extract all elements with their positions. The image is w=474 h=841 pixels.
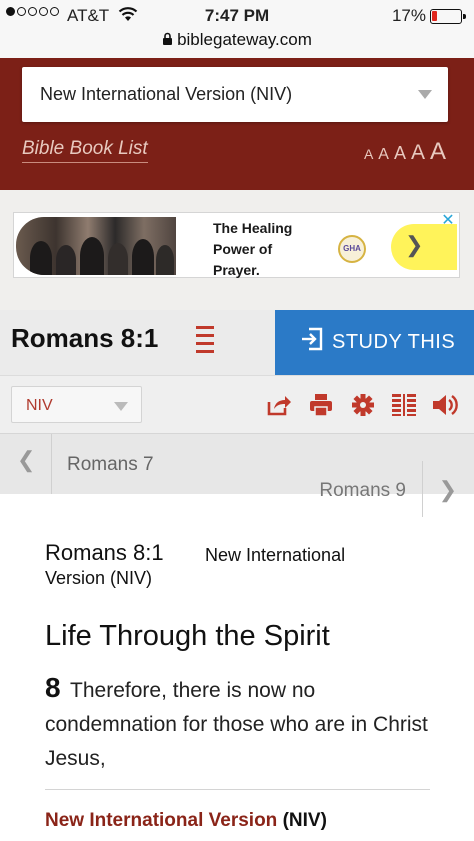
battery-percent: 17% [391, 6, 426, 25]
ad-close-icon[interactable]: ✕ [440, 213, 456, 229]
font-size-option-3[interactable]: A [394, 143, 406, 164]
previous-chapter-link[interactable]: Romans 7 [67, 454, 154, 476]
login-icon [301, 327, 323, 351]
footer-version: New International Version (NIV) [45, 810, 327, 832]
ad-next-button[interactable]: ❯ [391, 224, 457, 270]
address-bar[interactable]: biblegateway.com [0, 30, 474, 50]
version-select[interactable]: NIV [11, 386, 142, 423]
chevron-right-icon: ❯ [405, 232, 424, 257]
study-this-label: STUDY THIS [332, 331, 456, 353]
battery-icon [430, 9, 466, 24]
divider [51, 434, 52, 495]
ad-text-line: The Healing [213, 220, 293, 236]
version-dropdown[interactable]: New International Version (NIV) [22, 67, 448, 122]
content-version: New International Version (NIV) [45, 545, 346, 588]
font-size-option-4[interactable]: A [411, 141, 425, 165]
ad-text-line: Prayer. [213, 262, 260, 278]
chevron-down-icon [114, 402, 128, 411]
passage-reference: Romans 8:1 [11, 323, 159, 353]
font-size-option-5[interactable]: A [430, 138, 446, 166]
verse: 8 Therefore, there is now no condemnatio… [45, 671, 435, 776]
passage-toolbar: NIV [0, 375, 474, 433]
advertisement[interactable]: The Healing Power of Prayer. GHA ❯ ✕ [13, 212, 460, 278]
status-bar: AT&T 7:47 PM 17% biblegateway.com [0, 0, 474, 58]
gear-icon[interactable] [350, 393, 376, 417]
version-link[interactable]: New International Version [45, 810, 277, 831]
next-chapter-row: Romans 9 ❯ [0, 461, 474, 524]
font-size-controls: A A A A A [364, 138, 446, 166]
print-icon[interactable] [308, 393, 334, 417]
audio-icon[interactable] [432, 393, 458, 417]
chapter-number: 8 [45, 672, 61, 703]
version-dropdown-label: New International Version (NIV) [40, 84, 293, 104]
next-chapter-link[interactable]: Romans 9 [319, 480, 406, 502]
chapter-menu-icon[interactable] [196, 326, 214, 354]
chevron-right-icon[interactable]: ❯ [439, 477, 457, 503]
study-this-button[interactable]: STUDY THIS [275, 310, 474, 375]
ad-text: The Healing Power of Prayer. [213, 218, 292, 281]
divider [45, 789, 430, 790]
version-abbreviation: (NIV) [282, 810, 327, 831]
ad-band: The Healing Power of Prayer. GHA ❯ ✕ [0, 190, 474, 310]
site-header: New International Version (NIV) Bible Bo… [0, 58, 474, 190]
parallel-view-icon[interactable] [391, 393, 417, 417]
font-size-option-2[interactable]: A [378, 146, 389, 164]
verse-text: Therefore, there is now no condemnation … [45, 679, 428, 770]
section-heading: Life Through the Spirit [45, 620, 330, 652]
version-select-label: NIV [26, 397, 53, 414]
bible-book-list-link[interactable]: Bible Book List [22, 138, 148, 163]
ad-photo [16, 217, 176, 275]
chevron-left-icon[interactable]: ❮ [17, 447, 35, 473]
url-text: biblegateway.com [177, 30, 312, 49]
lock-icon [162, 32, 173, 48]
font-size-option-1[interactable]: A [364, 146, 373, 162]
passage-bar: Romans 8:1 STUDY THIS [0, 310, 474, 375]
divider [422, 461, 423, 517]
share-icon[interactable] [266, 393, 292, 417]
ad-logo: GHA [338, 235, 366, 263]
ad-text-line: Power of [213, 241, 273, 257]
chevron-down-icon [418, 90, 432, 99]
